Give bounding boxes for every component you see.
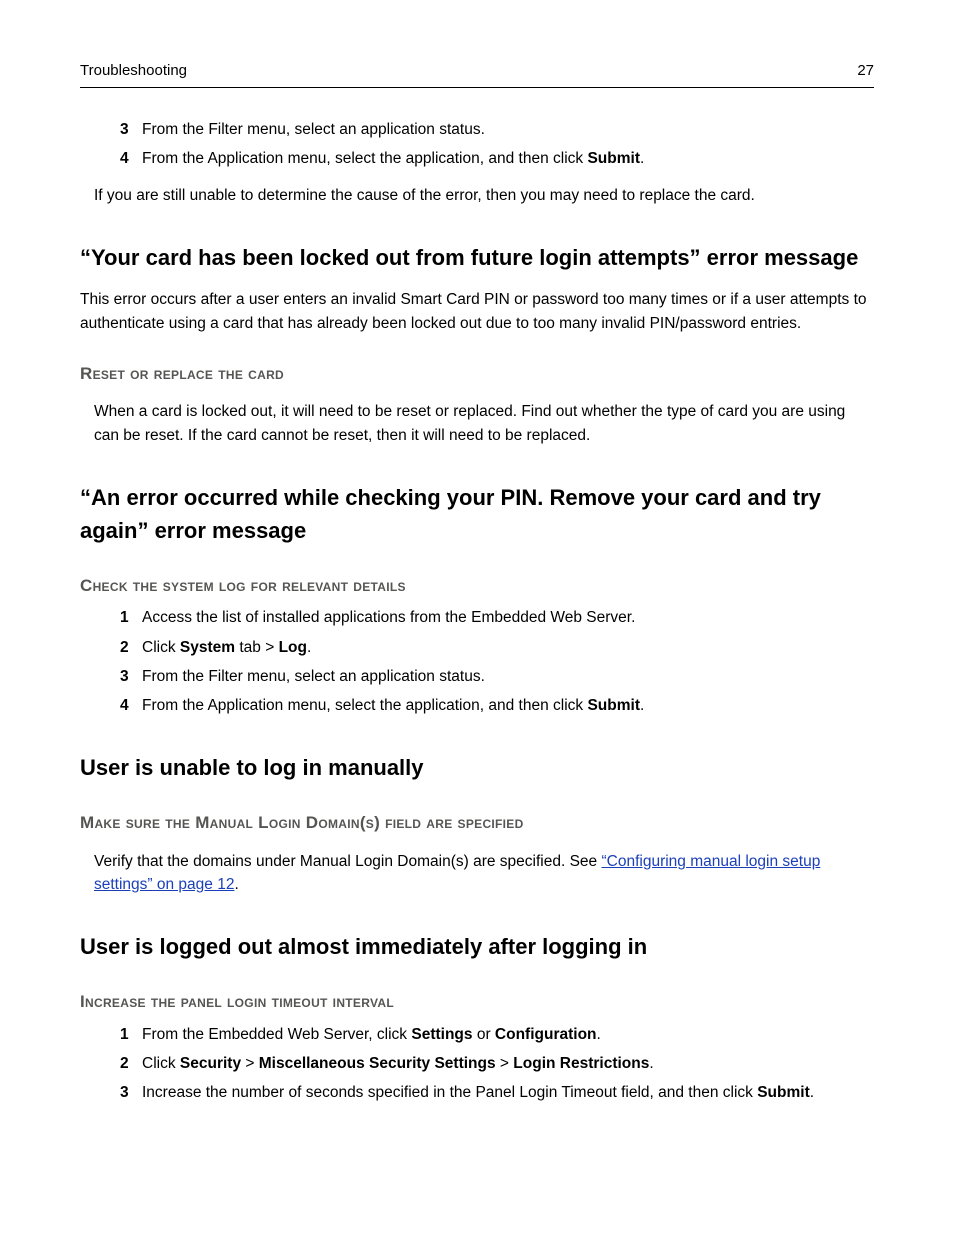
paragraph: This error occurs after a user enters an… bbox=[80, 288, 874, 335]
subsection-heading: Make sure the Manual Login Domain(s) fie… bbox=[80, 810, 874, 836]
text-run: From the Application menu, select the ap… bbox=[142, 150, 587, 167]
list-text: Increase the number of seconds specified… bbox=[142, 1081, 874, 1104]
text-run: . bbox=[307, 639, 311, 656]
list-item: 4 From the Application menu, select the … bbox=[120, 694, 874, 717]
subsection-heading: Reset or replace the card bbox=[80, 361, 874, 387]
list-number: 3 bbox=[120, 1081, 142, 1104]
list-text: Access the list of installed application… bbox=[142, 606, 874, 629]
list-text: From the Filter menu, select an applicat… bbox=[142, 665, 874, 688]
bold-run: Settings bbox=[411, 1026, 472, 1043]
bold-run: Login Restrictions bbox=[513, 1055, 649, 1072]
header-section: Troubleshooting bbox=[80, 60, 187, 83]
list-number: 2 bbox=[120, 1052, 142, 1075]
list-text: From the Application menu, select the ap… bbox=[142, 694, 874, 717]
list-item: 3 From the Filter menu, select an applic… bbox=[120, 118, 874, 141]
text-run: . bbox=[640, 697, 644, 714]
bold-run: Log bbox=[279, 639, 307, 656]
text-run: From the Application menu, select the ap… bbox=[142, 697, 587, 714]
list-number: 2 bbox=[120, 636, 142, 659]
list-text: From the Application menu, select the ap… bbox=[142, 147, 874, 170]
ordered-list-continued: 3 From the Filter menu, select an applic… bbox=[80, 118, 874, 171]
text-run: . bbox=[640, 150, 644, 167]
list-number: 4 bbox=[120, 147, 142, 170]
text-run: Click bbox=[142, 1055, 180, 1072]
header-page-number: 27 bbox=[857, 60, 874, 83]
list-item: 4 From the Application menu, select the … bbox=[120, 147, 874, 170]
text-run: > bbox=[241, 1055, 259, 1072]
paragraph: If you are still unable to determine the… bbox=[80, 184, 874, 207]
subsection-heading: Check the system log for relevant detail… bbox=[80, 573, 874, 599]
section-heading-logged-out: User is logged out almost immediately af… bbox=[80, 930, 874, 963]
list-number: 1 bbox=[120, 1023, 142, 1046]
list-number: 3 bbox=[120, 665, 142, 688]
bold-run: Submit bbox=[587, 697, 640, 714]
text-run: Increase the number of seconds specified… bbox=[142, 1084, 757, 1101]
subsection-heading: Increase the panel login timeout interva… bbox=[80, 989, 874, 1015]
list-number: 1 bbox=[120, 606, 142, 629]
text-run: tab > bbox=[235, 639, 279, 656]
list-item: 2 Click Security > Miscellaneous Securit… bbox=[120, 1052, 874, 1075]
text-run: or bbox=[473, 1026, 495, 1043]
list-text: From the Embedded Web Server, click Sett… bbox=[142, 1023, 874, 1046]
text-run: . bbox=[649, 1055, 653, 1072]
bold-run: Configuration bbox=[495, 1026, 597, 1043]
text-run: Verify that the domains under Manual Log… bbox=[94, 853, 601, 870]
text-run: > bbox=[496, 1055, 514, 1072]
list-item: 3 Increase the number of seconds specifi… bbox=[120, 1081, 874, 1104]
text-run: . bbox=[234, 876, 238, 893]
ordered-list: 1 Access the list of installed applicati… bbox=[80, 606, 874, 717]
paragraph: Verify that the domains under Manual Log… bbox=[80, 850, 874, 897]
list-text: Click System tab > Log. bbox=[142, 636, 874, 659]
paragraph: When a card is locked out, it will need … bbox=[80, 400, 874, 447]
section-heading-locked-out: “Your card has been locked out from futu… bbox=[80, 241, 874, 274]
text-run: . bbox=[597, 1026, 601, 1043]
list-item: 1 Access the list of installed applicati… bbox=[120, 606, 874, 629]
page-header: Troubleshooting 27 bbox=[80, 60, 874, 88]
list-text: Click Security > Miscellaneous Security … bbox=[142, 1052, 874, 1075]
list-item: 1 From the Embedded Web Server, click Se… bbox=[120, 1023, 874, 1046]
list-number: 4 bbox=[120, 694, 142, 717]
bold-run: Submit bbox=[757, 1084, 810, 1101]
text-run: From the Embedded Web Server, click bbox=[142, 1026, 411, 1043]
ordered-list: 1 From the Embedded Web Server, click Se… bbox=[80, 1023, 874, 1105]
list-text: From the Filter menu, select an applicat… bbox=[142, 118, 874, 141]
list-item: 2 Click System tab > Log. bbox=[120, 636, 874, 659]
bold-run: Submit bbox=[587, 150, 640, 167]
bold-run: Miscellaneous Security Settings bbox=[259, 1055, 496, 1072]
list-item: 3 From the Filter menu, select an applic… bbox=[120, 665, 874, 688]
section-heading-pin-error: “An error occurred while checking your P… bbox=[80, 481, 874, 547]
bold-run: System bbox=[180, 639, 235, 656]
text-run: . bbox=[810, 1084, 814, 1101]
list-number: 3 bbox=[120, 118, 142, 141]
text-run: Click bbox=[142, 639, 180, 656]
section-heading-manual-login: User is unable to log in manually bbox=[80, 751, 874, 784]
bold-run: Security bbox=[180, 1055, 241, 1072]
